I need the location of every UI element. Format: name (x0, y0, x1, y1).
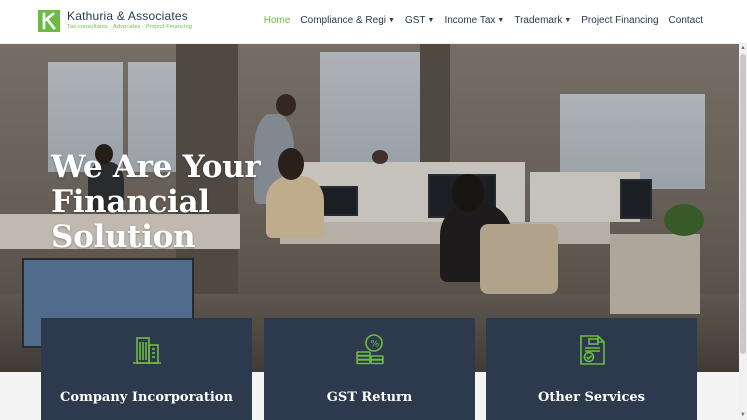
nav-item-trademark[interactable]: Trademark ▼ (514, 15, 571, 26)
nav-item-label: GST (404, 15, 426, 26)
main-nav: Home Compliance & Regi ▼ GST ▼ Income Ta… (264, 15, 703, 26)
service-card-gst-return[interactable]: % GST Return (264, 318, 475, 420)
hero-heading-line: Solution (51, 219, 196, 255)
nav-item-gst[interactable]: GST ▼ (405, 15, 435, 26)
card-title: Company Incorporation (60, 390, 233, 405)
hero-heading-line: We Are Your (51, 149, 261, 185)
tax-document-icon (574, 332, 610, 368)
scrollbar-thumb[interactable] (740, 54, 746, 354)
card-title: Other Services (538, 390, 645, 405)
nav-item-label: Project Financing (581, 15, 659, 26)
brand-logo[interactable]: Kathuria & Associates Tax consultants · … (38, 10, 192, 32)
brand-name: Kathuria & Associates (67, 9, 188, 23)
nav-item-label: Trademark (514, 15, 563, 26)
service-card-company-incorporation[interactable]: Company Incorporation (41, 318, 252, 420)
nav-item-compliance[interactable]: Compliance & Regi ▼ (300, 15, 395, 26)
card-title: GST Return (326, 390, 413, 405)
hero-heading: We Are Your Financial Solution (51, 150, 301, 255)
nav-item-label: Compliance & Regi (300, 15, 387, 26)
site-header: Kathuria & Associates Tax consultants · … (0, 0, 747, 44)
nav-item-label: Contact (668, 15, 703, 26)
brand-tagline: Tax consultants · Advocates · Project Fi… (67, 24, 192, 30)
hero-heading-line: Financial (51, 184, 210, 220)
building-icon (129, 332, 165, 368)
svg-text:%: % (370, 340, 379, 350)
nav-item-project-financing[interactable]: Project Financing (581, 15, 658, 26)
coins-percent-icon: % (352, 332, 388, 368)
nav-item-label: Income Tax (444, 15, 496, 26)
chevron-down-icon: ▼ (427, 17, 435, 24)
chevron-down-icon: ▼ (388, 17, 395, 24)
nav-item-home[interactable]: Home (264, 15, 291, 26)
scroll-up-arrow-icon[interactable]: ▲ (739, 44, 747, 53)
nav-item-income-tax[interactable]: Income Tax ▼ (444, 15, 504, 26)
nav-item-contact[interactable]: Contact (669, 15, 703, 26)
service-card-other-services[interactable]: Other Services (486, 318, 697, 420)
scroll-down-arrow-icon[interactable]: ▼ (739, 411, 747, 420)
nav-item-label: Home (263, 15, 291, 26)
chevron-down-icon: ▼ (564, 17, 572, 24)
chevron-down-icon: ▼ (497, 17, 505, 24)
k-logo-icon (38, 10, 60, 32)
